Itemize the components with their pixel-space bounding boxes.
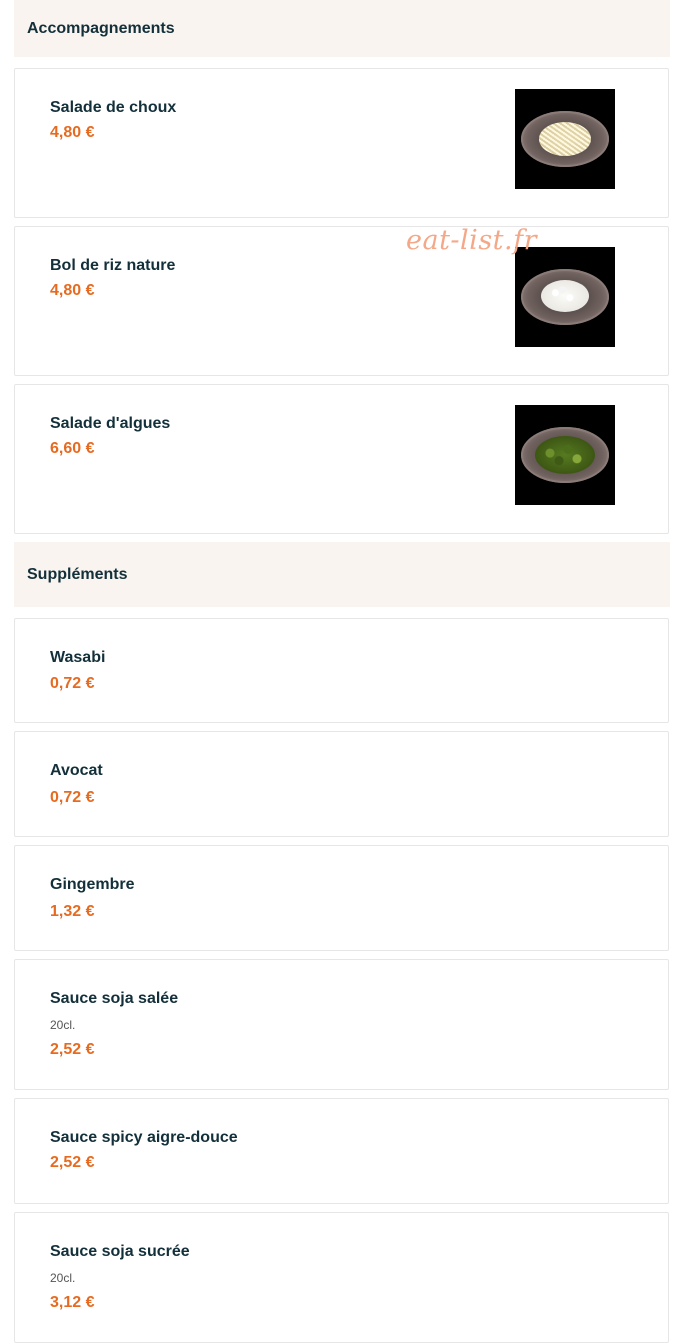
item-price: 4,80 € <box>50 282 95 299</box>
item-image-seaweed-salad <box>515 405 615 505</box>
item-price: 1,32 € <box>50 903 95 920</box>
menu-item-sauce-spicy-aigre-douce[interactable]: Sauce spicy aigre-douce 2,52 € <box>14 1098 669 1204</box>
item-image-cabbage-salad <box>515 89 615 189</box>
item-name: Salade de choux <box>50 99 177 116</box>
menu-item-bol-de-riz-nature[interactable]: Bol de riz nature 4,80 € <box>14 226 669 376</box>
item-name: Sauce soja salée <box>50 990 179 1007</box>
item-name: Bol de riz nature <box>50 257 176 274</box>
rice-shape <box>541 280 589 312</box>
item-price: 2,52 € <box>50 1154 95 1171</box>
item-price: 2,52 € <box>50 1041 95 1058</box>
item-image-rice-bowl <box>515 247 615 347</box>
watermark: eat-list.fr <box>406 225 538 256</box>
seaweed-shape <box>535 436 595 474</box>
item-name: Avocat <box>50 762 103 779</box>
section-header-accompagnements: Accompagnements <box>14 0 670 57</box>
item-name: Wasabi <box>50 649 106 666</box>
section-title: Accompagnements <box>27 19 175 37</box>
section-header-supplements: Suppléments <box>14 542 670 607</box>
item-name: Sauce soja sucrée <box>50 1243 190 1260</box>
item-name: Sauce spicy aigre-douce <box>50 1129 238 1146</box>
item-price: 0,72 € <box>50 789 95 806</box>
item-price: 3,12 € <box>50 1294 95 1311</box>
cabbage-shape <box>539 122 591 156</box>
menu-item-gingembre[interactable]: Gingembre 1,32 € <box>14 845 669 951</box>
item-price: 6,60 € <box>50 440 95 457</box>
menu-item-salade-de-choux[interactable]: Salade de choux 4,80 € <box>14 68 669 218</box>
item-name: Gingembre <box>50 876 135 893</box>
item-description: 20cl. <box>50 1018 76 1032</box>
bowl-shape <box>521 427 609 483</box>
bowl-shape <box>521 111 609 167</box>
menu-item-sauce-soja-salee[interactable]: Sauce soja salée 20cl. 2,52 € <box>14 959 669 1090</box>
section-title: Suppléments <box>27 565 128 583</box>
menu-item-sauce-soja-sucree[interactable]: Sauce soja sucrée 20cl. 3,12 € <box>14 1212 669 1343</box>
item-price: 4,80 € <box>50 124 95 141</box>
item-name: Salade d'algues <box>50 415 171 432</box>
item-description: 20cl. <box>50 1271 76 1285</box>
menu-item-salade-d-algues[interactable]: Salade d'algues 6,60 € <box>14 384 669 534</box>
menu-item-wasabi[interactable]: Wasabi 0,72 € <box>14 618 669 723</box>
item-price: 0,72 € <box>50 675 95 692</box>
bowl-shape <box>521 269 609 325</box>
menu-item-avocat[interactable]: Avocat 0,72 € <box>14 731 669 837</box>
